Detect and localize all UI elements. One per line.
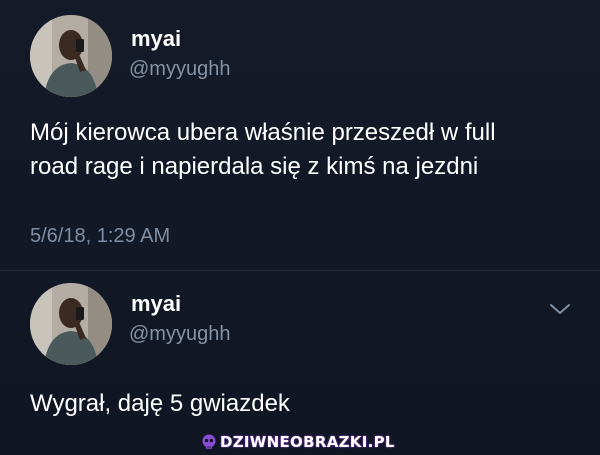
watermark-text: DZIWNEOBRAZKI.PL [220, 433, 395, 451]
watermark: DZIWNEOBRAZKI.PL [201, 432, 395, 452]
author-name[interactable]: myai [131, 293, 181, 315]
divider [0, 270, 600, 271]
author-handle[interactable]: @myyughh [129, 59, 230, 79]
skull-icon [202, 434, 216, 449]
author-name[interactable]: myai [131, 28, 181, 50]
tweet-thread: myai @myyughh Mój kierowca ubera właśnie… [0, 0, 600, 455]
author-handle[interactable]: @myyughh [129, 324, 230, 344]
tweet-timestamp[interactable]: 5/6/18, 1:29 AM [30, 226, 170, 246]
avatar-photo [30, 283, 112, 365]
avatar[interactable] [30, 283, 112, 365]
avatar-photo [30, 15, 112, 97]
tweet-text: Wygrał, daję 5 gwiazdek [30, 390, 290, 417]
avatar[interactable] [30, 15, 112, 97]
chevron-down-icon[interactable] [549, 302, 571, 316]
tweet-text: Mój kierowca ubera właśnie przeszedł w f… [30, 119, 496, 180]
